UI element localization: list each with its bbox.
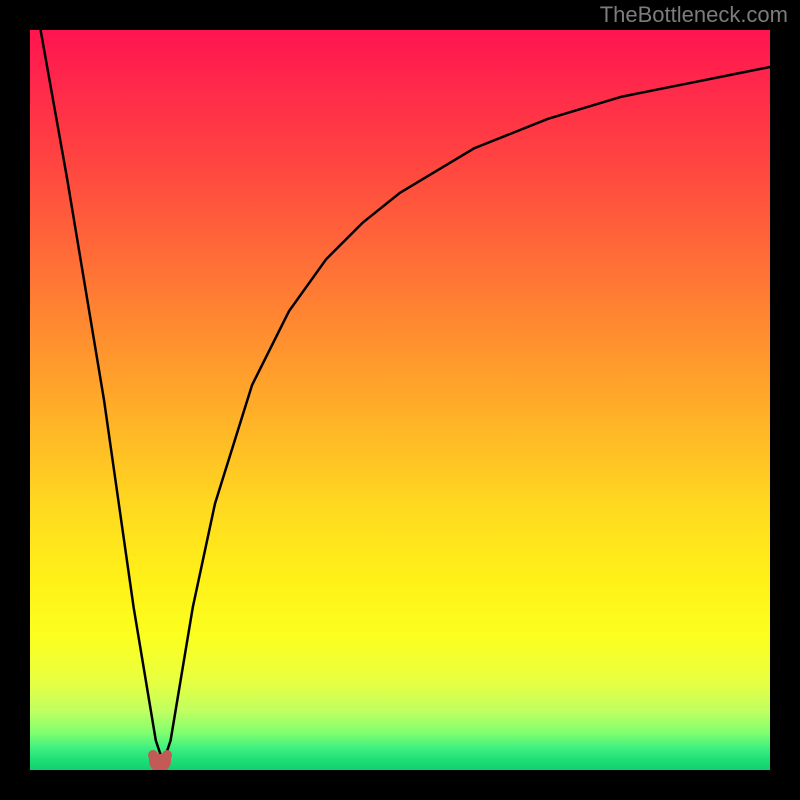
bottleneck-chart: TheBottleneck.com (0, 0, 800, 800)
plot-area (30, 30, 770, 770)
curve-svg (30, 30, 770, 770)
minimum-marker-icon (149, 754, 171, 770)
watermark-text: TheBottleneck.com (600, 2, 788, 28)
bottleneck-curve-path (30, 30, 770, 763)
